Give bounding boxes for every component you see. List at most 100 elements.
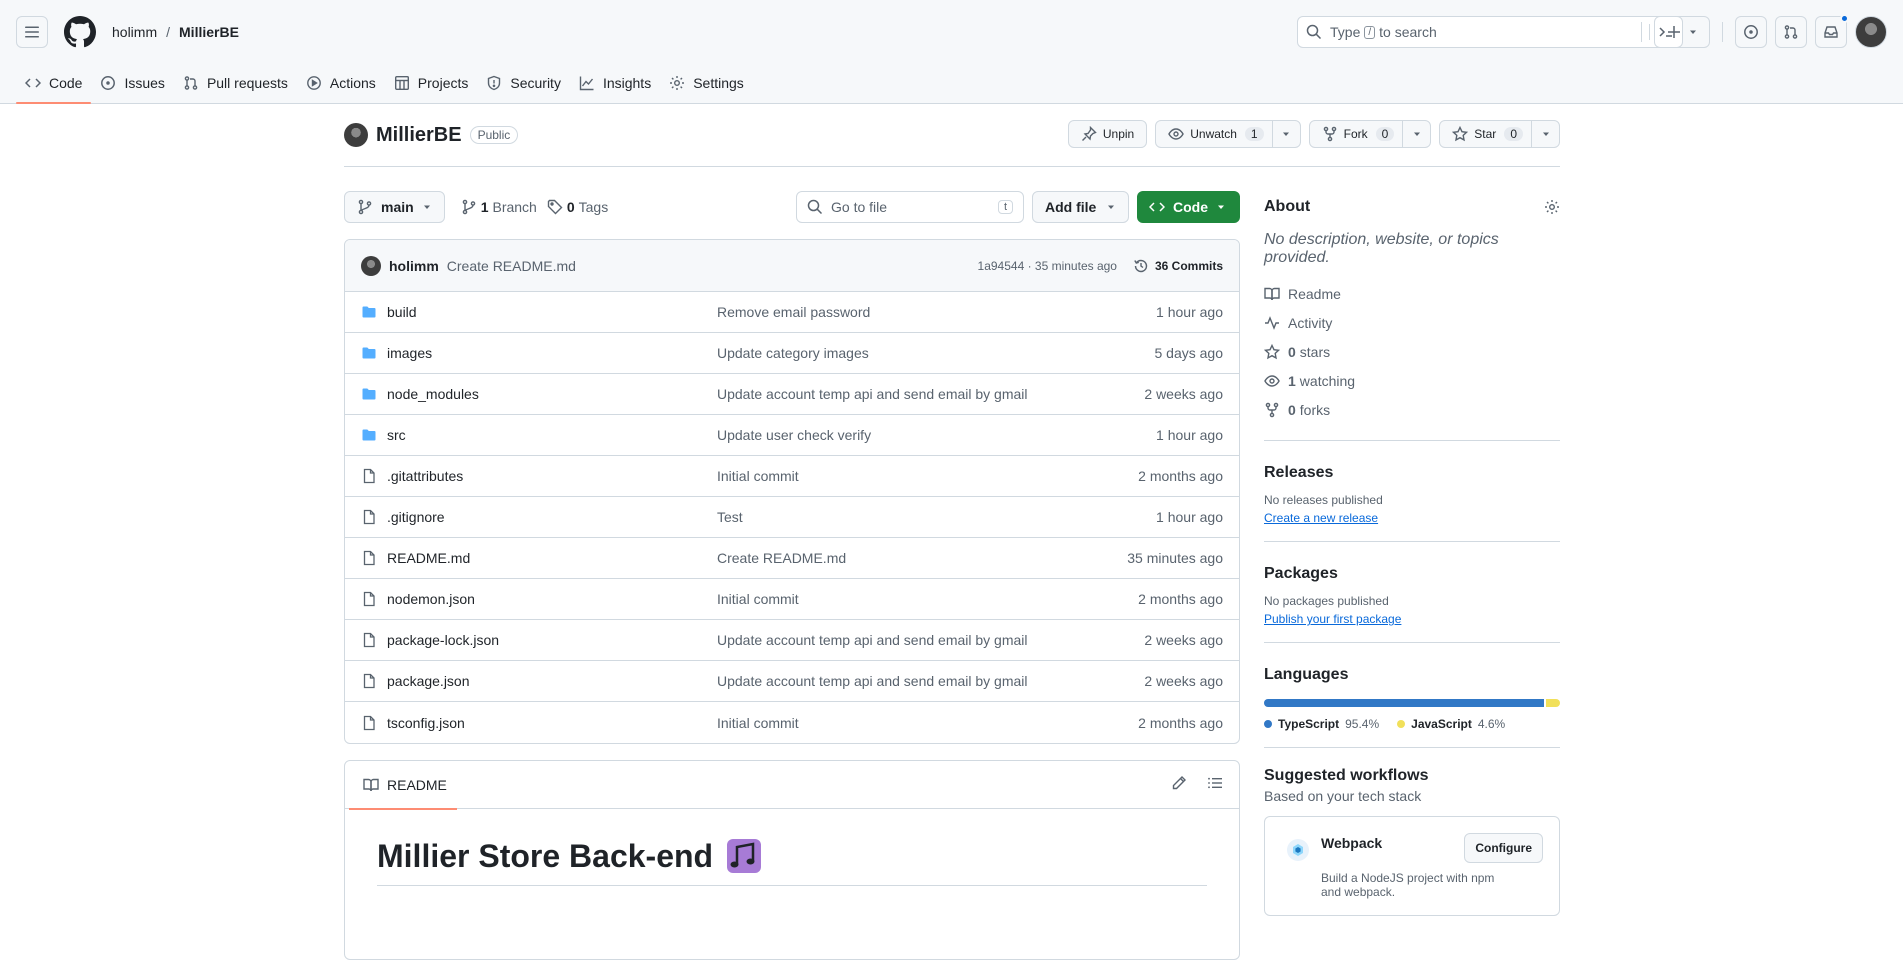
language-bar-segment <box>1264 699 1545 707</box>
file-row[interactable]: images Update category images 5 days ago <box>345 333 1239 374</box>
file-commit-message[interactable]: Update account temp api and send email b… <box>717 386 1028 402</box>
commit-author-avatar[interactable] <box>361 255 381 276</box>
watching-link[interactable]: 1 watching <box>1264 366 1560 395</box>
branches-link[interactable]: 1 Branch <box>461 199 537 215</box>
file-name[interactable]: README.md <box>387 550 470 566</box>
language-item[interactable]: TypeScript 95.4% <box>1264 717 1379 731</box>
tab-security[interactable]: Security <box>477 63 570 103</box>
go-to-file-input[interactable]: Go to file t <box>796 191 1024 223</box>
file-row[interactable]: .gitattributes Initial commit 2 months ago <box>345 456 1239 497</box>
releases-title[interactable]: Releases <box>1264 464 1333 482</box>
code-button[interactable]: Code <box>1137 191 1240 223</box>
repo-owner-avatar[interactable] <box>344 123 368 147</box>
file-name[interactable]: src <box>387 427 406 443</box>
file-row[interactable]: build Remove email password 1 hour ago <box>345 292 1239 333</box>
add-file-button[interactable]: Add file <box>1032 191 1130 223</box>
tab-pull-requests[interactable]: Pull requests <box>174 63 297 103</box>
unpin-button[interactable]: Unpin <box>1067 120 1148 148</box>
file-row[interactable]: .gitignore Test 1 hour ago <box>345 497 1239 538</box>
menu-button[interactable] <box>16 16 48 48</box>
star-label: Star <box>1474 127 1497 141</box>
file-commit-message[interactable]: Create README.md <box>717 550 846 566</box>
create-release-link[interactable]: Create a new release <box>1264 511 1560 525</box>
commit-author[interactable]: holimm <box>389 258 439 274</box>
tab-settings[interactable]: Settings <box>660 63 753 103</box>
visibility-badge: Public <box>469 126 519 144</box>
file-name[interactable]: build <box>387 304 417 320</box>
create-new-button[interactable] <box>1654 16 1710 48</box>
file-commit-message[interactable]: Remove email password <box>717 304 870 320</box>
tab-projects[interactable]: Projects <box>385 63 478 103</box>
packages-title[interactable]: Packages <box>1264 565 1338 583</box>
tab-code[interactable]: Code <box>16 63 92 104</box>
fork-dropdown[interactable] <box>1402 121 1430 147</box>
file-row[interactable]: node_modules Update account temp api and … <box>345 374 1239 415</box>
languages-section: Languages TypeScript 95.4% JavaScript 4.6% <box>1264 659 1560 748</box>
commits-link[interactable]: 36 Commits <box>1133 258 1223 274</box>
file-row[interactable]: src Update user check verify 1 hour ago <box>345 415 1239 456</box>
file-name[interactable]: nodemon.json <box>387 591 475 607</box>
tab-issues[interactable]: Issues <box>91 63 173 103</box>
file-commit-message[interactable]: Update account temp api and send email b… <box>717 632 1028 648</box>
file-name[interactable]: tsconfig.json <box>387 715 465 731</box>
file-name[interactable]: node_modules <box>387 386 479 402</box>
file-commit-message[interactable]: Initial commit <box>717 468 799 484</box>
global-search-input[interactable]: Type / to search <box>1297 16 1683 48</box>
file-name[interactable]: .gitignore <box>387 509 445 525</box>
tab-actions[interactable]: Actions <box>297 63 385 103</box>
file-row[interactable]: package-lock.json Update account temp api… <box>345 620 1239 661</box>
pull-requests-button[interactable] <box>1775 16 1807 48</box>
file-row[interactable]: README.md Create README.md 35 minutes ago <box>345 538 1239 579</box>
commit-message[interactable]: Create README.md <box>447 258 576 274</box>
tab-insights[interactable]: Insights <box>570 63 660 103</box>
commit-hash-time[interactable]: 1a94544 · 35 minutes ago <box>978 259 1117 273</box>
pencil-icon[interactable] <box>1171 775 1187 791</box>
file-name[interactable]: images <box>387 345 432 361</box>
inbox-button[interactable] <box>1815 14 1849 48</box>
repo-title[interactable]: MillierBE <box>376 124 462 147</box>
fork-button[interactable]: Fork 0 <box>1308 120 1432 148</box>
file-commit-message[interactable]: Update account temp api and send email b… <box>717 673 1028 689</box>
readme-link[interactable]: Readme <box>1264 279 1560 308</box>
go-to-file-placeholder: Go to file <box>831 199 888 215</box>
branch-selector[interactable]: main <box>344 191 445 223</box>
breadcrumb-repo[interactable]: MillierBE <box>179 24 239 40</box>
tags-link[interactable]: 0 Tags <box>547 199 608 215</box>
activity-link[interactable]: Activity <box>1264 308 1560 337</box>
language-item[interactable]: JavaScript 4.6% <box>1397 717 1505 731</box>
forks-link[interactable]: 0 forks <box>1264 395 1560 424</box>
gear-icon[interactable] <box>1544 199 1560 215</box>
file-commit-message[interactable]: Initial commit <box>717 591 799 607</box>
github-logo-icon[interactable] <box>64 16 96 48</box>
star-button[interactable]: Star 0 <box>1439 120 1560 148</box>
file-row[interactable]: package.json Update account temp api and … <box>345 661 1239 702</box>
readme-tab[interactable]: README <box>349 761 457 810</box>
user-avatar[interactable] <box>1855 16 1887 48</box>
file-commit-message[interactable]: Test <box>717 509 743 525</box>
unwatch-dropdown[interactable] <box>1271 121 1300 147</box>
stars-link[interactable]: 0 stars <box>1264 337 1560 366</box>
configure-button[interactable]: Configure <box>1464 833 1543 863</box>
breadcrumb: holimm / MillierBE <box>112 24 239 40</box>
file-name[interactable]: package.json <box>387 673 470 689</box>
workflows-section: Suggested workflows Based on your tech s… <box>1264 764 1560 916</box>
file-row[interactable]: tsconfig.json Initial commit 2 months ago <box>345 702 1239 743</box>
about-description: No description, website, or topics provi… <box>1264 231 1499 266</box>
packages-empty: No packages published <box>1264 594 1389 608</box>
file-commit-message[interactable]: Update user check verify <box>717 427 871 443</box>
file-row[interactable]: nodemon.json Initial commit 2 months ago <box>345 579 1239 620</box>
file-commit-message[interactable]: Initial commit <box>717 715 799 731</box>
pull-request-icon <box>184 76 198 90</box>
publish-package-link[interactable]: Publish your first package <box>1264 612 1560 626</box>
eye-icon <box>1168 128 1185 140</box>
star-count: 0 <box>1504 127 1523 141</box>
list-icon[interactable] <box>1207 775 1223 791</box>
watch-count: 1 <box>1244 127 1264 141</box>
file-name[interactable]: package-lock.json <box>387 632 499 648</box>
file-commit-message[interactable]: Update category images <box>717 345 869 361</box>
breadcrumb-owner[interactable]: holimm <box>112 24 157 40</box>
file-name[interactable]: .gitattributes <box>387 468 463 484</box>
unwatch-button[interactable]: Unwatch 1 <box>1155 120 1301 148</box>
issues-button[interactable] <box>1735 16 1767 48</box>
star-dropdown[interactable] <box>1531 121 1559 147</box>
